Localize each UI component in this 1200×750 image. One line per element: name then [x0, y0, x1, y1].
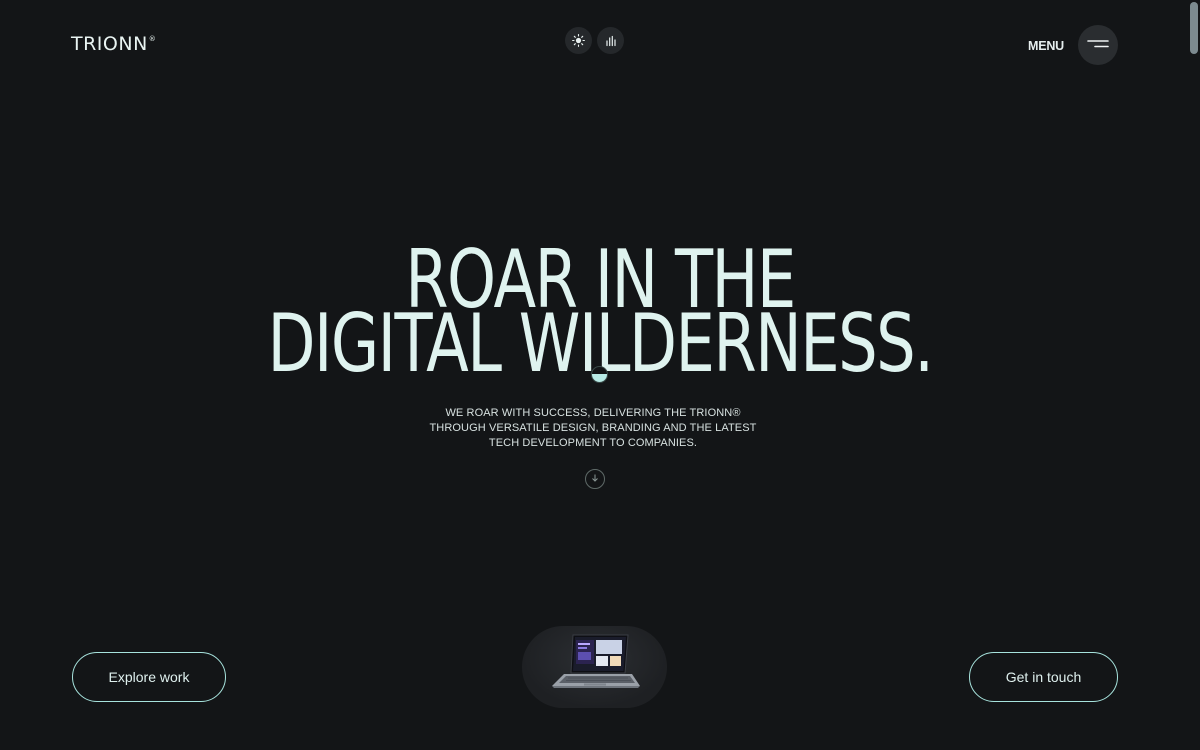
scroll-down-button[interactable]	[585, 469, 605, 489]
page-scrollbar[interactable]	[1188, 0, 1200, 750]
arrow-down-icon	[590, 470, 600, 488]
page: TRIONN® MENU ROAR IN THE DIGITAL WILDERN…	[0, 0, 1200, 750]
menu-button[interactable]	[1078, 25, 1118, 65]
laptop-icon	[522, 634, 667, 708]
sun-icon	[572, 34, 585, 47]
hero-headline: ROAR IN THE DIGITAL WILDERNESS.	[0, 240, 1200, 384]
trionn-logo[interactable]: TRIONN®	[71, 33, 156, 55]
get-in-touch-button[interactable]: Get in touch	[969, 652, 1118, 702]
showcase-preview[interactable]	[522, 626, 667, 708]
scrollbar-thumb[interactable]	[1190, 2, 1198, 54]
theme-toggle-button[interactable]	[565, 27, 592, 54]
explore-work-button[interactable]: Explore work	[72, 652, 226, 702]
subtext-line-2: THROUGH VERSATILE DESIGN, BRANDING AND T…	[429, 422, 757, 434]
equalizer-icon	[605, 35, 617, 47]
menu-label[interactable]: MENU	[1028, 39, 1064, 53]
sound-toggle-button[interactable]	[597, 27, 624, 54]
hamburger-icon	[1087, 36, 1109, 54]
hero-subtext: WE ROAR WITH SUCCESS, DELIVERING THE TRI…	[400, 406, 786, 451]
cursor-dot	[591, 366, 608, 383]
logo-text: TRIONN	[71, 33, 148, 55]
logo-registered-mark: ®	[148, 35, 157, 43]
header-toggles	[565, 27, 624, 54]
subtext-line-3: TECH DEVELOPMENT TO COMPANIES.	[488, 437, 698, 449]
subtext-line-1: WE ROAR WITH SUCCESS, DELIVERING THE TRI…	[445, 407, 741, 419]
